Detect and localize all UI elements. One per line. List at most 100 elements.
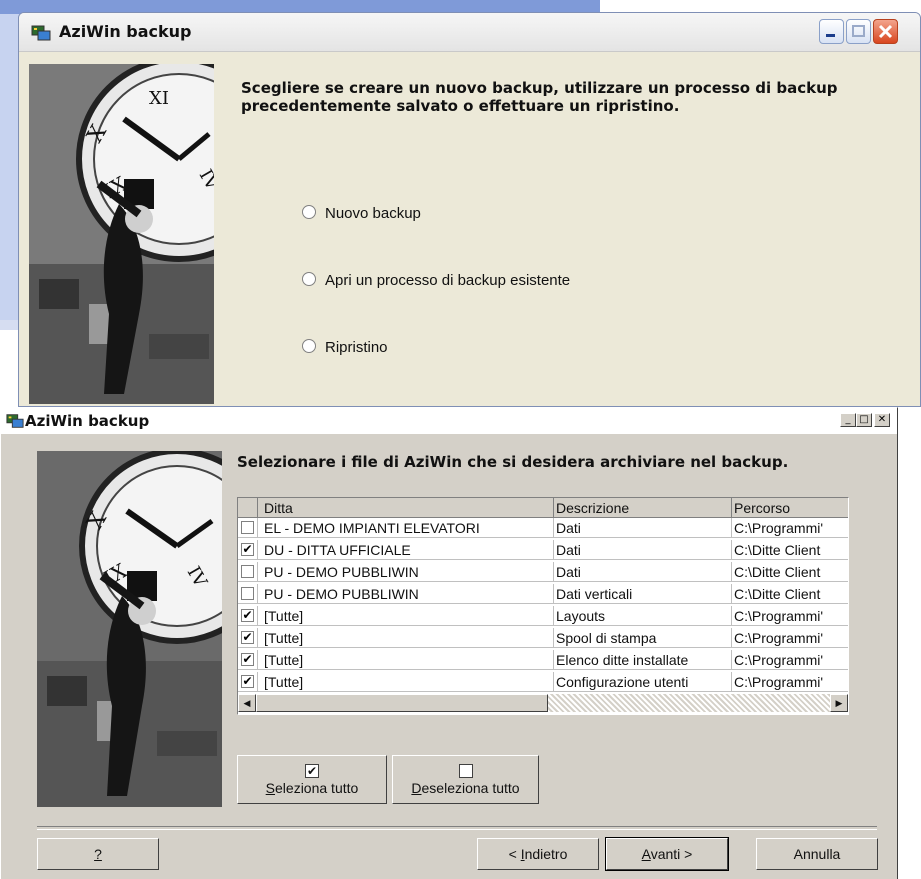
- radio-circle[interactable]: [302, 272, 316, 286]
- minimize-button[interactable]: [819, 19, 844, 44]
- radio-new-backup[interactable]: Nuovo backup: [302, 205, 421, 222]
- cell-ditta: [Tutte]: [258, 628, 554, 648]
- cell-percorso: C:\Ditte Client: [732, 562, 848, 582]
- close-button[interactable]: [873, 19, 898, 44]
- select-all-button[interactable]: ✔ Seleziona tutto: [237, 755, 387, 804]
- row-checkbox[interactable]: ✔: [241, 609, 254, 622]
- files-table: Ditta Descrizione Percorso EL - DEMO IMP…: [237, 497, 849, 715]
- table-row[interactable]: ✔ [Tutte] Configurazione utenti C:\Programm…: [238, 672, 848, 692]
- row-checkbox[interactable]: ✔: [241, 675, 254, 688]
- next-button[interactable]: Avanti >: [605, 837, 729, 871]
- header-checkbox-col: [238, 498, 258, 518]
- scroll-left-button[interactable]: ◀: [238, 694, 256, 712]
- radio-restore[interactable]: Ripristino: [302, 339, 388, 356]
- instruction-heading: Selezionare i file di AziWin che si desi…: [237, 453, 789, 471]
- cell-descrizione: Dati: [554, 562, 732, 582]
- cell-percorso: C:\Programmi': [732, 628, 848, 648]
- row-checkbox-cell: [238, 584, 258, 604]
- row-checkbox[interactable]: ✔: [241, 653, 254, 666]
- header-descrizione[interactable]: Descrizione: [554, 498, 732, 518]
- help-button[interactable]: ?: [37, 838, 159, 870]
- cell-descrizione: Dati verticali: [554, 584, 732, 604]
- table-row[interactable]: ✔ DU - DITTA UFFICIALE Dati C:\Ditte Client: [238, 540, 848, 560]
- table-row[interactable]: ✔ [Tutte] Layouts C:\Programmi': [238, 606, 848, 626]
- deselect-all-label: Deseleziona tutto: [411, 780, 520, 796]
- radio-label: Apri un processo di backup esistente: [325, 272, 571, 289]
- clock-illustration: X IX XI IV: [29, 64, 214, 404]
- row-checkbox[interactable]: ✔: [241, 631, 254, 644]
- cell-ditta: EL - DEMO IMPIANTI ELEVATORI: [258, 518, 554, 538]
- arrow-right-icon: ▶: [835, 698, 843, 708]
- radio-label: Ripristino: [325, 339, 388, 356]
- deselect-all-button[interactable]: Deseleziona tutto: [392, 755, 539, 804]
- minimize-icon: [826, 34, 835, 37]
- table-row[interactable]: EL - DEMO IMPIANTI ELEVATORI Dati C:\Progr…: [238, 518, 848, 538]
- title-bar[interactable]: AziWin backup _ □ ✕: [1, 408, 897, 434]
- cell-percorso: C:\Programmi': [732, 606, 848, 626]
- cell-ditta: [Tutte]: [258, 672, 554, 692]
- radio-circle[interactable]: [302, 205, 316, 219]
- row-checkbox[interactable]: [241, 521, 254, 534]
- cell-percorso: C:\Programmi': [732, 650, 848, 670]
- maximize-icon: □: [859, 414, 869, 425]
- back-button[interactable]: < Indietro: [477, 838, 599, 870]
- select-all-label: Seleziona tutto: [265, 780, 359, 796]
- close-button[interactable]: ✕: [874, 413, 890, 427]
- window-title: AziWin backup: [59, 22, 192, 41]
- maximize-icon: [852, 25, 865, 37]
- svg-text:XI: XI: [149, 88, 169, 109]
- row-checkbox[interactable]: ✔: [241, 543, 254, 556]
- row-checkbox-cell: ✔: [238, 606, 258, 626]
- table-row[interactable]: PU - DEMO PUBBLIWIN Dati C:\Ditte Client: [238, 562, 848, 582]
- row-checkbox[interactable]: [241, 587, 254, 600]
- cell-ditta: PU - DEMO PUBBLIWIN: [258, 562, 554, 582]
- radio-open-existing[interactable]: Apri un processo di backup esistente: [302, 272, 570, 289]
- cell-percorso: C:\Ditte Client: [732, 584, 848, 604]
- scroll-thumb[interactable]: [256, 694, 548, 712]
- cell-ditta: DU - DITTA UFFICIALE: [258, 540, 554, 560]
- scroll-right-button[interactable]: ▶: [830, 694, 848, 712]
- footer-separator: [37, 826, 877, 830]
- clock-illustration: X IX IV: [37, 451, 222, 807]
- maximize-button[interactable]: □: [856, 413, 872, 427]
- radio-circle[interactable]: [302, 339, 316, 353]
- row-checkbox-cell: ✔: [238, 540, 258, 560]
- header-ditta[interactable]: Ditta: [258, 498, 554, 518]
- table-header: Ditta Descrizione Percorso: [238, 498, 848, 518]
- close-icon: [878, 24, 893, 39]
- cell-descrizione: Layouts: [554, 606, 732, 626]
- row-checkbox-cell: ✔: [238, 672, 258, 692]
- app-icon: [31, 25, 51, 41]
- app-icon: [6, 414, 24, 428]
- table-row[interactable]: ✔ [Tutte] Spool di stampa C:\Programmi': [238, 628, 848, 648]
- scroll-track[interactable]: [548, 694, 830, 712]
- empty-box-icon: [458, 764, 473, 778]
- radio-label: Nuovo backup: [325, 205, 421, 222]
- title-bar[interactable]: AziWin backup: [19, 13, 920, 52]
- table-row[interactable]: PU - DEMO PUBBLIWIN Dati verticali C:\Ditt…: [238, 584, 848, 604]
- horizontal-scrollbar[interactable]: ◀ ▶: [238, 694, 848, 712]
- cell-percorso: C:\Programmi': [732, 672, 848, 692]
- minimize-icon: _: [845, 414, 851, 425]
- file-selection-window: AziWin backup _ □ ✕ X IX IV Selezionare …: [0, 407, 898, 879]
- window-title: AziWin backup: [25, 412, 150, 430]
- minimize-button[interactable]: _: [840, 413, 856, 427]
- row-checkbox-cell: ✔: [238, 628, 258, 648]
- instruction-heading: Scegliere se creare un nuovo backup, uti…: [241, 79, 838, 115]
- cell-descrizione: Dati: [554, 540, 732, 560]
- arrow-left-icon: ◀: [243, 698, 251, 708]
- cell-ditta: [Tutte]: [258, 606, 554, 626]
- table-row[interactable]: ✔ [Tutte] Elenco ditte installate C:\Progra…: [238, 650, 848, 670]
- row-checkbox[interactable]: [241, 565, 254, 578]
- header-percorso[interactable]: Percorso: [732, 498, 848, 518]
- cell-percorso: C:\Ditte Client: [732, 540, 848, 560]
- cell-ditta: [Tutte]: [258, 650, 554, 670]
- cell-descrizione: Elenco ditte installate: [554, 650, 732, 670]
- cell-percorso: C:\Programmi': [732, 518, 848, 538]
- checked-box-icon: ✔: [305, 764, 319, 778]
- cancel-button[interactable]: Annulla: [756, 838, 878, 870]
- backup-mode-window: AziWin backup X IX XI IV Scegliere se cr…: [18, 12, 921, 407]
- row-checkbox-cell: ✔: [238, 650, 258, 670]
- cell-descrizione: Configurazione utenti: [554, 672, 732, 692]
- maximize-button[interactable]: [846, 19, 871, 44]
